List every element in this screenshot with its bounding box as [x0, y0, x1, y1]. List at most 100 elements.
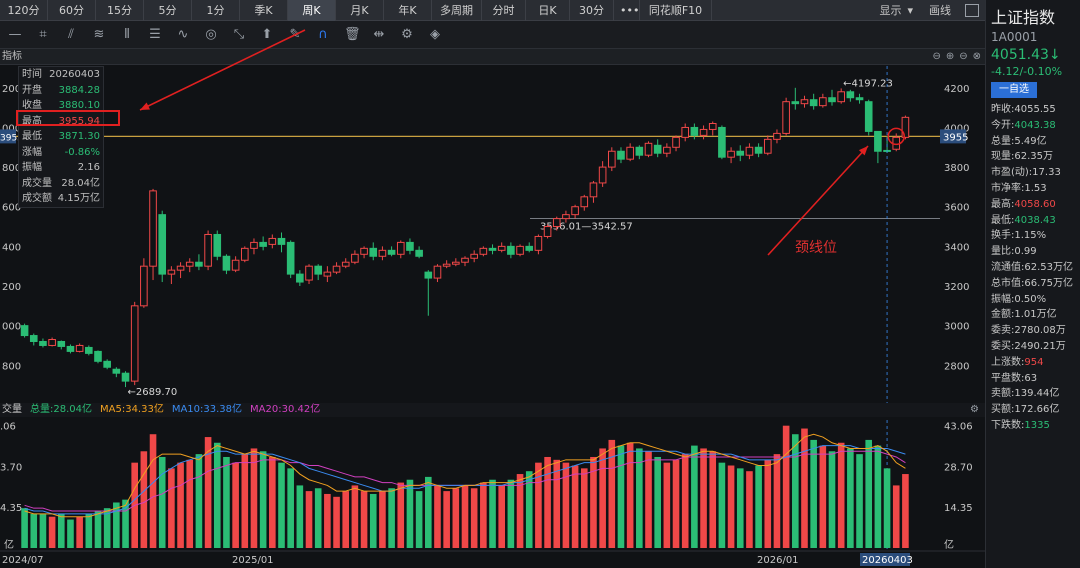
quote-stat-row: 最高: 4058.60: [986, 197, 1080, 213]
volume-bar: [269, 456, 276, 548]
volume-bar: [691, 445, 698, 548]
candle-body: [433, 265, 442, 279]
volume-legend: 交量 总量:28.04亿 MA5:34.33亿 MA10:33.38亿 MA20…: [0, 403, 985, 417]
candle-body: [800, 99, 809, 105]
candle-body: [195, 261, 203, 267]
volume-tick-label: 28.70: [944, 462, 973, 473]
volume-bar: [39, 513, 47, 548]
candle-body: [296, 273, 304, 283]
volume-bar: [287, 468, 294, 548]
volume-bar: [94, 511, 102, 548]
stat-key: 今开:: [991, 119, 1015, 131]
candle-body: [48, 339, 56, 346]
price-chart[interactable]: 4200200400000038008003600600340040032002…: [0, 0, 985, 568]
date-tick-label: 2025/01: [232, 555, 274, 566]
candle-body: [644, 142, 653, 156]
volume-bar: [792, 434, 799, 548]
stat-value: 0.99: [1014, 246, 1037, 258]
candle-body: [75, 344, 84, 352]
volume-bar: [837, 442, 845, 548]
volume-bar: [535, 462, 542, 548]
stat-key: 昨收:: [991, 104, 1015, 115]
stat-key: 总量:: [991, 135, 1015, 147]
volume-bar: [434, 485, 441, 548]
volume-bar: [498, 485, 506, 548]
candle-body: [653, 144, 662, 154]
candle-body: [864, 101, 873, 132]
stat-value: 4058.60: [1014, 198, 1056, 210]
volume-bar: [847, 448, 854, 548]
candle-body: [204, 233, 212, 267]
left-volume-tick-label: 4.35: [0, 503, 22, 514]
info-key: 最低: [22, 131, 42, 142]
volume-bar: [278, 462, 285, 548]
candle-body: [525, 245, 534, 251]
stat-value: 1.15%: [1014, 230, 1047, 242]
candle-body: [130, 305, 139, 382]
volume-bar: [351, 485, 359, 548]
volume-bar: [85, 513, 93, 548]
candle-body: [268, 237, 277, 245]
quote-stat-row: 总量: 5.49亿: [986, 134, 1080, 150]
stat-value: 172.66亿: [1014, 404, 1060, 416]
quote-stat-row: 流通值: 62.53万亿: [986, 260, 1080, 276]
stat-key: 最低:: [991, 214, 1015, 226]
left-volume-unit-label: 亿: [4, 538, 14, 551]
stat-value: 63: [1024, 372, 1038, 384]
price-change: -4.12/-0.10%: [991, 65, 1063, 78]
candle-body: [259, 241, 267, 247]
volume-bar: [856, 454, 863, 548]
volume-bar: [865, 439, 873, 548]
quote-stat-row: 卖额: 139.44亿: [986, 386, 1080, 402]
candle-body: [222, 255, 231, 271]
volume-tick-label: 14.35: [944, 503, 973, 514]
candle-body: [185, 261, 194, 267]
candle-body: [323, 271, 332, 277]
stat-key: 金额:: [991, 309, 1015, 321]
candle-body: [424, 271, 433, 279]
candle-body: [351, 253, 359, 263]
candle-body: [112, 368, 121, 374]
volume-bar: [828, 451, 836, 548]
quote-stat-row: 金额: 1.01万亿: [986, 307, 1080, 323]
stat-value: 62.53万亿: [1024, 261, 1074, 273]
stat-value: 0.50%: [1014, 293, 1047, 305]
stat-key: 市净率:: [991, 182, 1025, 194]
volume-bar: [314, 488, 322, 548]
volume-bar: [599, 448, 606, 548]
stat-key: 最高:: [991, 198, 1015, 210]
candle-body: [552, 218, 561, 228]
candle-body: [571, 206, 579, 216]
stat-key: 卖额:: [991, 388, 1015, 400]
candle-body: [231, 259, 240, 271]
volume-bar: [902, 474, 909, 548]
volume-bar: [764, 459, 772, 548]
quote-stat-row: 总市值: 66.75万亿: [986, 276, 1080, 292]
candle-body: [681, 126, 690, 138]
stat-key: 平盘数:: [991, 372, 1025, 384]
info-key: 成交量: [22, 177, 52, 189]
info-value: 28.04亿: [61, 177, 100, 189]
quote-stat-row: 振幅: 0.50%: [986, 292, 1080, 308]
candle-body: [57, 340, 66, 347]
volume-bar: [324, 493, 331, 548]
volume-bar: [470, 488, 478, 548]
info-row: 开盘 3884.28: [19, 83, 103, 99]
info-row: 涨幅 -0.86%: [19, 145, 103, 161]
quote-stat-row: 上涨数: 954: [986, 355, 1080, 371]
candle-body: [819, 97, 827, 107]
candle-body: [782, 101, 790, 134]
volume-bar: [507, 479, 515, 548]
add-watchlist-button[interactable]: 一自选: [991, 82, 1037, 98]
stat-value: 2490.21万: [1014, 340, 1066, 352]
candle-body: [763, 138, 772, 154]
volume-bar: [296, 485, 304, 548]
candle-body: [589, 182, 598, 198]
settings-icon[interactable]: ⚙: [970, 403, 979, 417]
candle-body: [387, 249, 396, 255]
volume-bar: [681, 454, 689, 548]
quote-stat-row: 委卖: 2780.08万: [986, 323, 1080, 339]
candle-body: [167, 269, 176, 275]
left-tick-label: 000: [2, 322, 21, 333]
info-row: 时间 20260403: [19, 67, 103, 83]
